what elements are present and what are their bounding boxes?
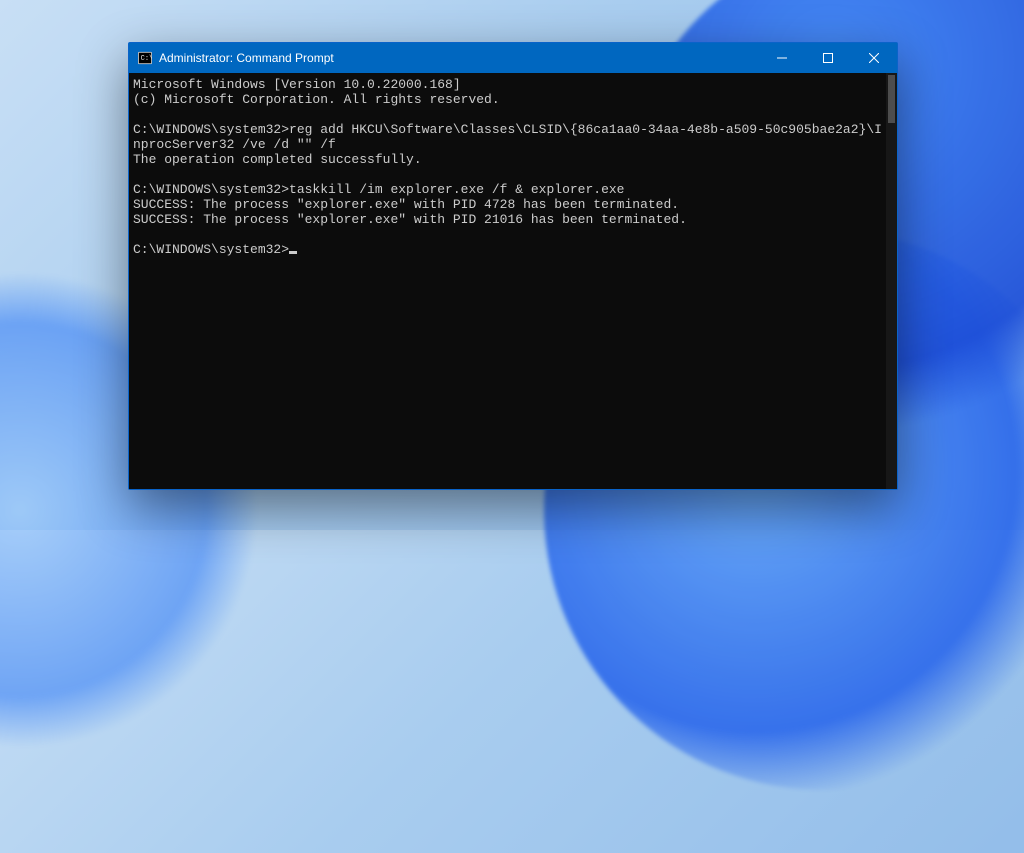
terminal-line: C:\WINDOWS\system32>reg add HKCU\Softwar… <box>133 122 882 152</box>
terminal-line <box>133 227 882 242</box>
scrollbar[interactable] <box>886 73 897 489</box>
window-title: Administrator: Command Prompt <box>159 51 334 65</box>
terminal-prompt: C:\WINDOWS\system32> <box>133 242 289 257</box>
terminal-line <box>133 167 882 182</box>
terminal-line: Microsoft Windows [Version 10.0.22000.16… <box>133 77 882 92</box>
terminal-line: (c) Microsoft Corporation. All rights re… <box>133 92 882 107</box>
terminal-cursor <box>289 251 297 254</box>
terminal-line: SUCCESS: The process "explorer.exe" with… <box>133 212 882 227</box>
cmd-icon: C:\ <box>137 50 153 66</box>
minimize-button[interactable] <box>759 43 805 73</box>
svg-text:C:\: C:\ <box>141 55 152 63</box>
terminal-output[interactable]: Microsoft Windows [Version 10.0.22000.16… <box>129 73 886 489</box>
titlebar[interactable]: C:\ Administrator: Command Prompt <box>129 43 897 73</box>
terminal-line: The operation completed successfully. <box>133 152 882 167</box>
terminal-prompt-line: C:\WINDOWS\system32> <box>133 242 882 257</box>
command-prompt-window: C:\ Administrator: Command Prompt Micros… <box>128 42 898 490</box>
terminal-line <box>133 107 882 122</box>
maximize-button[interactable] <box>805 43 851 73</box>
terminal-line: SUCCESS: The process "explorer.exe" with… <box>133 197 882 212</box>
terminal-line: C:\WINDOWS\system32>taskkill /im explore… <box>133 182 882 197</box>
close-button[interactable] <box>851 43 897 73</box>
scrollbar-thumb[interactable] <box>888 75 895 123</box>
